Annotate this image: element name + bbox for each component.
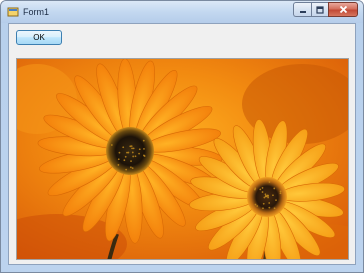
pollen-dot [280,192,282,194]
maximize-icon [316,6,324,14]
pollen-dot [267,197,269,199]
pollen-dot [122,146,124,148]
pollen-dot [125,156,127,158]
ok-button[interactable]: OK [16,30,62,45]
pollen-dot [280,190,282,192]
pollen-dot [265,196,267,198]
app-icon[interactable] [7,6,19,18]
pollen-dot [131,148,133,150]
pollen-dot [125,169,127,171]
title-bar[interactable]: Form1 [1,1,363,23]
close-button[interactable] [328,2,358,17]
pollen-dot [273,188,275,190]
form-window: Form1 OK [0,0,364,273]
close-icon [339,5,348,14]
pollen-dot [119,152,121,154]
pollen-dot [129,145,131,147]
form-client-area: OK [8,23,356,265]
pollen-dot [143,140,145,142]
pollen-dot [111,144,113,146]
pollen-dot [118,164,120,166]
pollen-dot [262,191,264,193]
pollen-dot [132,152,134,154]
flower-picture-box [16,58,349,260]
flower-center [106,127,154,175]
pollen-dot [269,181,271,183]
pollen-dot [272,194,274,196]
pollen-dot [268,202,270,204]
pollen-dot [143,148,145,150]
pollen-dot [265,193,267,195]
pollen-dot [262,187,264,189]
pollen-dot [135,155,137,157]
pollen-dot [123,159,125,161]
pollen-dot [144,155,146,157]
pollen-dot [256,205,258,207]
pollen-dot [254,189,256,191]
pollen-dot [263,203,265,205]
pollen-dot [259,189,261,191]
flower-image [17,59,349,260]
pollen-dot [132,156,134,158]
pollen-dot [138,153,140,155]
minimize-icon [299,6,307,14]
minimize-button[interactable] [293,2,311,17]
pollen-dot [130,166,132,168]
pollen-dot [262,207,264,209]
pollen-dot [255,204,257,206]
pollen-dot [118,158,120,160]
caption-buttons [293,2,358,17]
pollen-dot [130,160,132,162]
window-title: Form1 [23,5,49,19]
pollen-dot [274,207,276,209]
pollen-dot [139,148,141,150]
pollen-dot [127,152,129,154]
pollen-dot [133,148,135,150]
pollen-dot [268,207,270,209]
pollen-dot [275,199,277,201]
maximize-button[interactable] [311,2,328,17]
pollen-dot [132,167,134,169]
